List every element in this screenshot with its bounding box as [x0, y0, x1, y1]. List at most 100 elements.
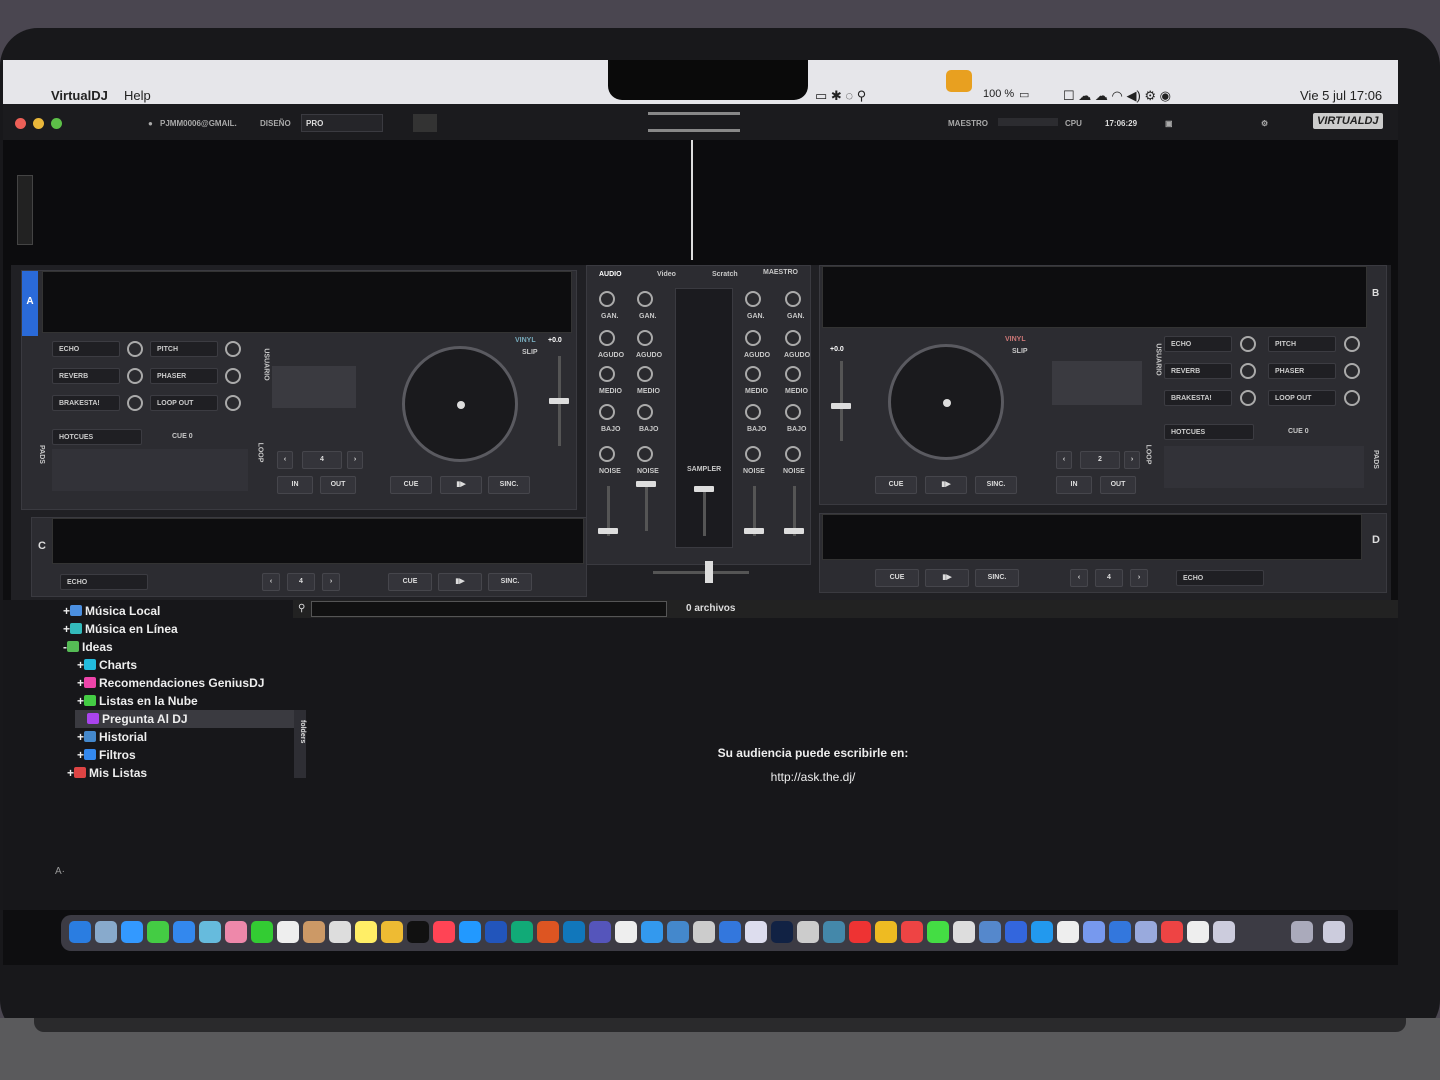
deck-b-in[interactable]: IN: [1056, 476, 1092, 494]
low-knob-1[interactable]: [599, 404, 615, 420]
menu-icon[interactable]: [413, 114, 437, 132]
loop-double-button[interactable]: ›: [347, 451, 363, 469]
deck-b-fx6-knob[interactable]: [1344, 390, 1360, 406]
excel-icon[interactable]: [511, 921, 533, 943]
deck-c-cue[interactable]: CUE: [388, 573, 432, 591]
lightroom-icon[interactable]: [771, 921, 793, 943]
deck-d-waveform[interactable]: [822, 514, 1362, 560]
deck-a-in[interactable]: IN: [277, 476, 313, 494]
tree-musica-local[interactable]: + Música Local: [63, 604, 160, 618]
vdj-dock-icon[interactable]: [1187, 921, 1209, 943]
deck-b-play[interactable]: ▮▶: [925, 476, 967, 494]
gain-knob-4[interactable]: [785, 291, 801, 307]
deck-a-fx5[interactable]: PHASER: [150, 368, 218, 384]
mail-icon[interactable]: [173, 921, 195, 943]
app-icon-2[interactable]: [849, 921, 871, 943]
deck-a-jogwheel[interactable]: [402, 346, 518, 462]
fader-cap-1[interactable]: [598, 528, 618, 534]
microphone-icon[interactable]: [946, 70, 972, 92]
app-icon-5[interactable]: [953, 921, 975, 943]
deck-b-fx1-knob[interactable]: [1240, 336, 1256, 352]
tab-scratch[interactable]: Scratch: [712, 271, 738, 278]
finder-icon[interactable]: [69, 921, 91, 943]
tree-filtros[interactable]: + Filtros: [77, 748, 136, 762]
deck-b-letter[interactable]: B: [1372, 288, 1379, 299]
calc-icon[interactable]: [797, 921, 819, 943]
ask-dj-url[interactable]: http://ask.the.dj/: [663, 770, 963, 784]
tasks-icon[interactable]: [641, 921, 663, 943]
deck-a-slip[interactable]: SLIP: [522, 349, 538, 356]
deck-d-fx[interactable]: ECHO: [1176, 570, 1264, 586]
deck-d-letter[interactable]: D: [1372, 534, 1380, 546]
deck-c-loop-double[interactable]: ›: [322, 573, 340, 591]
high-knob-1[interactable]: [599, 330, 615, 346]
noise-knob-3[interactable]: [745, 446, 761, 462]
tab-master[interactable]: MAESTRO: [763, 269, 798, 276]
fader-cap-3[interactable]: [744, 528, 764, 534]
fx3-knob[interactable]: [127, 395, 143, 411]
deck-b-fx5[interactable]: PHASER: [1268, 363, 1336, 379]
font-size-icon[interactable]: A·: [55, 866, 65, 877]
sampler-pads-b[interactable]: [1052, 361, 1142, 405]
maximize-button[interactable]: [51, 118, 62, 129]
deck-b-sync[interactable]: SINC.: [975, 476, 1017, 494]
deck-a-out[interactable]: OUT: [320, 476, 356, 494]
fx2-knob[interactable]: [127, 368, 143, 384]
deck-a-sync[interactable]: SINC.: [488, 476, 530, 494]
tree-pregunta-al-dj[interactable]: Pregunta Al DJ: [87, 712, 188, 726]
deck-b-fx4-knob[interactable]: [1344, 336, 1360, 352]
layout-toggle-icon[interactable]: [648, 112, 740, 132]
app-icon-4[interactable]: [927, 921, 949, 943]
hotcue-pads-a[interactable]: [52, 449, 248, 491]
deck-a-fx1[interactable]: ECHO: [52, 341, 120, 357]
mid-knob-2[interactable]: [637, 366, 653, 382]
noise-knob-4[interactable]: [785, 446, 801, 462]
deck-a-loop-size[interactable]: 4: [302, 451, 342, 469]
deck-d-loop-size[interactable]: 4: [1095, 569, 1123, 587]
deck-c-sync[interactable]: SINC.: [488, 573, 532, 591]
deck-d-play[interactable]: ▮▶: [925, 569, 969, 587]
low-knob-2[interactable]: [637, 404, 653, 420]
deck-d-loop-double[interactable]: ›: [1130, 569, 1148, 587]
word-icon[interactable]: [485, 921, 507, 943]
sampler-pads-a[interactable]: [272, 366, 356, 408]
design-select[interactable]: PRO: [301, 114, 383, 132]
mid-knob-3[interactable]: [745, 366, 761, 382]
trash-icon[interactable]: [1323, 921, 1345, 943]
app-icon-7[interactable]: [1005, 921, 1027, 943]
outlook-icon[interactable]: [563, 921, 585, 943]
tree-mis-listas[interactable]: + Mis Listas: [67, 766, 147, 780]
deck-d-loop-half[interactable]: ‹: [1070, 569, 1088, 587]
deck-b-fx2[interactable]: REVERB: [1164, 363, 1232, 379]
close-button[interactable]: [15, 118, 26, 129]
deck-b-fx4[interactable]: PITCH: [1268, 336, 1336, 352]
record-icon[interactable]: ▣: [1165, 119, 1173, 128]
tree-charts[interactable]: + Charts: [77, 658, 137, 672]
master-volume-slider[interactable]: [17, 175, 33, 245]
search-input[interactable]: [311, 601, 667, 617]
app-icon-9[interactable]: [1057, 921, 1079, 943]
gain-knob-3[interactable]: [745, 291, 761, 307]
deck-a-play[interactable]: ▮▶: [440, 476, 482, 494]
textedit-icon[interactable]: [615, 921, 637, 943]
deck-a-hotcues[interactable]: HOTCUES: [52, 429, 142, 445]
deck-a-fx6[interactable]: LOOP OUT: [150, 395, 218, 411]
menubar-icons[interactable]: ☐ ☁ ☁ ◠ ◀) ⚙ ◉: [1063, 88, 1171, 104]
mid-knob-1[interactable]: [599, 366, 615, 382]
crossfader-track[interactable]: [653, 571, 749, 574]
photos-icon[interactable]: [225, 921, 247, 943]
folders-tab[interactable]: folders: [294, 710, 306, 778]
deck-c-letter[interactable]: C: [38, 540, 46, 552]
deck-c-waveform[interactable]: [52, 518, 584, 564]
tab-audio[interactable]: AUDIO: [599, 271, 622, 278]
deck-a-cue[interactable]: CUE: [390, 476, 432, 494]
low-knob-3[interactable]: [745, 404, 761, 420]
deck-b-loop-half[interactable]: ‹: [1056, 451, 1072, 469]
menu-help[interactable]: Help: [124, 88, 151, 103]
high-knob-4[interactable]: [785, 330, 801, 346]
deck-b-hotcues[interactable]: HOTCUES: [1164, 424, 1254, 440]
minimize-button[interactable]: [33, 118, 44, 129]
downloads-icon[interactable]: [1291, 921, 1313, 943]
deck-a-fx2[interactable]: REVERB: [52, 368, 120, 384]
facetime-icon[interactable]: [251, 921, 273, 943]
